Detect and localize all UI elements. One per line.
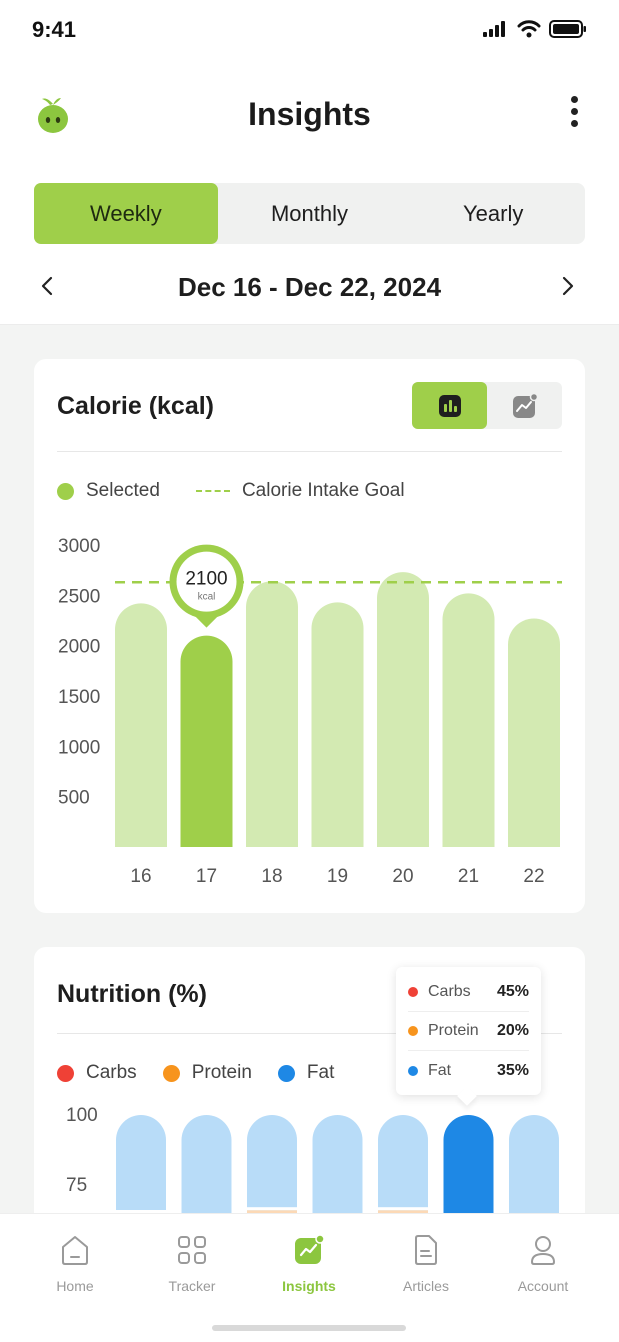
tab-account-label: Account <box>517 1278 569 1294</box>
tooltip-value: 2100 <box>185 569 227 590</box>
more-vertical-icon[interactable] <box>569 96 579 132</box>
status-icons <box>483 20 587 38</box>
legend-protein: Protein <box>162 1062 252 1084</box>
period-segmented-control: Weekly Monthly Yearly <box>34 183 585 244</box>
legend-fat-label: Fat <box>306 1062 335 1083</box>
tab-tracker[interactable]: Tracker <box>147 1232 237 1294</box>
grid-icon <box>178 1236 206 1264</box>
line-chart-toggle-button[interactable] <box>487 382 562 429</box>
legend-selected-dot <box>57 482 74 500</box>
x-tick-label: 16 <box>130 866 151 887</box>
tooltip-protein-dot <box>408 1026 418 1036</box>
y-tick-label: 100 <box>66 1105 98 1126</box>
tab-home-label: Home <box>56 1278 94 1294</box>
y-tick-label: 500 <box>58 788 90 809</box>
nutrition-legend: Carbs Protein Fat <box>57 1062 360 1084</box>
tooltip-unit: kcal <box>198 592 216 603</box>
calorie-bar <box>508 618 560 847</box>
calorie-bar <box>377 572 429 847</box>
chart-type-toggle <box>412 382 562 429</box>
bottom-tab-bar: Home Tracker Insights Articles Account <box>0 1213 619 1342</box>
tooltip-carbs-label: Carbs <box>428 983 471 1000</box>
calorie-bar <box>246 581 298 847</box>
bar-chart-toggle-button[interactable] <box>412 382 487 429</box>
tooltip-fat-value: 35% <box>496 1061 529 1079</box>
wifi-icon <box>517 20 541 38</box>
tab-account[interactable]: Account <box>498 1232 588 1294</box>
calorie-bar <box>180 635 233 847</box>
x-tick-label: 17 <box>196 866 217 887</box>
chevron-right-icon[interactable] <box>555 274 579 298</box>
status-time: 9:41 <box>32 17 77 42</box>
tab-insights-label: Insights <box>282 1278 336 1294</box>
tooltip-row-protein: Protein 20% <box>408 1012 529 1051</box>
y-tick-label: 2500 <box>58 586 100 607</box>
legend-goal-line <box>195 490 230 492</box>
y-tick-label: 3000 <box>58 536 100 557</box>
calorie-card: Calorie (kcal) Selected Calorie Intake G… <box>34 359 585 913</box>
nutrition-bar-separator <box>378 1207 428 1211</box>
tab-tracker-label: Tracker <box>168 1278 216 1294</box>
legend-goal-label: Calorie Intake Goal <box>241 480 405 501</box>
legend-fat: Fat <box>277 1062 335 1084</box>
legend-carbs-label: Carbs <box>86 1062 137 1083</box>
nutrition-bar-separator <box>247 1207 297 1211</box>
tab-yearly[interactable]: Yearly <box>401 183 585 244</box>
tooltip-protein-label: Protein <box>428 1022 479 1039</box>
x-tick-label: 22 <box>523 866 544 887</box>
tab-articles-label: Articles <box>403 1278 449 1294</box>
tooltip-fat-label: Fat <box>428 1061 452 1079</box>
legend-fat-dot <box>277 1064 295 1082</box>
tab-articles[interactable]: Articles <box>381 1232 471 1294</box>
y-tick-label: 1000 <box>58 737 100 758</box>
legend-protein-dot <box>162 1064 180 1082</box>
x-tick-label: 21 <box>458 866 479 887</box>
home-icon <box>62 1236 88 1265</box>
tooltip-carbs-dot <box>408 987 418 997</box>
calorie-card-title: Calorie (kcal) <box>57 392 215 420</box>
legend-carbs-dot <box>57 1064 74 1082</box>
status-bar: 9:41 <box>0 0 619 62</box>
bar-chart-icon <box>438 394 461 417</box>
user-icon <box>530 1236 556 1265</box>
calorie-bar <box>311 602 364 847</box>
y-tick-label: 75 <box>66 1175 87 1196</box>
legend-carbs: Carbs <box>57 1062 137 1084</box>
calorie-bar <box>442 593 495 847</box>
tab-home[interactable]: Home <box>30 1232 120 1294</box>
page-title: Insights <box>248 96 371 132</box>
tooltip-protein-value: 20% <box>496 1022 529 1039</box>
home-indicator <box>212 1325 406 1331</box>
date-navigator: Dec 16 - Dec 22, 2024 <box>0 262 619 314</box>
calorie-legend: Selected Calorie Intake Goal <box>57 480 405 502</box>
tooltip-row-carbs: Carbs 45% <box>408 973 529 1012</box>
document-icon <box>415 1235 437 1265</box>
app-header: Insights <box>0 80 619 150</box>
nutrition-tooltip: Carbs 45% Protein 20% Fat 35% <box>396 967 541 1095</box>
top-area: 9:41 Insights Weekly Monthly Yearly Dec … <box>0 0 619 325</box>
calorie-bar <box>115 603 167 847</box>
calorie-card-divider <box>57 451 562 452</box>
battery-icon <box>549 20 586 38</box>
tooltip-carbs-value: 45% <box>496 983 529 1000</box>
y-tick-label: 1500 <box>58 687 100 708</box>
tooltip-row-fat: Fat 35% <box>408 1051 529 1090</box>
y-tick-label: 2000 <box>58 637 100 658</box>
tab-insights[interactable]: Insights <box>264 1232 354 1294</box>
x-tick-label: 19 <box>327 866 348 887</box>
signal-icon <box>483 21 505 37</box>
line-chart-icon <box>512 392 538 418</box>
insights-chart-icon <box>295 1234 325 1264</box>
tooltip-fat-dot <box>408 1065 418 1076</box>
date-range-label: Dec 16 - Dec 22, 2024 <box>177 272 442 302</box>
tab-monthly[interactable]: Monthly <box>218 183 402 244</box>
calorie-bar-chart: 500 1000 1500 2000 2500 3000 16 17 18 19 20 21 22 2… <box>58 536 562 887</box>
x-tick-label: 20 <box>392 866 413 887</box>
x-tick-label: 18 <box>261 866 282 887</box>
nutrition-card-title: Nutrition (%) <box>57 980 207 1008</box>
tab-weekly[interactable]: Weekly <box>34 183 218 244</box>
legend-protein-label: Protein <box>191 1062 252 1083</box>
legend-selected-label: Selected <box>86 480 160 501</box>
